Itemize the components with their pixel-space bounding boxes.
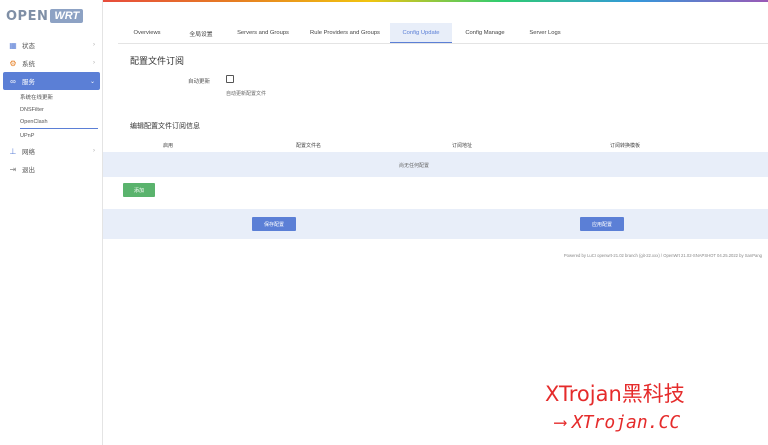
tab-overviews[interactable]: Overviews [118, 23, 176, 43]
watermark-url: ⟶ XTrojan.CC [555, 412, 680, 433]
logo-wrt-text: WRT [50, 9, 84, 23]
save-config-button[interactable]: 保存配置 [252, 217, 296, 231]
gear-icon: ⚙ [9, 58, 17, 68]
submenu-item-online-update[interactable]: 系统在线更新 [20, 90, 100, 103]
sidebar-item-network[interactable]: ⊥ 网络 › [3, 142, 100, 160]
chevron-down-icon: ⌄ [89, 78, 95, 85]
sidebar-item-services[interactable]: ∞ 服务 ⌄ [3, 72, 100, 90]
watermark-title: XTrojan黑科技 [545, 382, 685, 406]
sidebar: OPEN WRT ▦ 状态 › ⚙ 系统 › ∞ 服务 ⌄ 系统在线更新 DNS… [0, 0, 103, 445]
network-icon: ⊥ [9, 146, 17, 156]
submenu-item-upnp[interactable]: UPnP [20, 129, 100, 142]
tab-config-manage[interactable]: Config Manage [452, 23, 518, 43]
empty-table-text: 尚无任何配置 [399, 163, 430, 169]
sidebar-item-logout[interactable]: ⇥ 退出 [3, 160, 100, 178]
footer-text: Powered by LuCI openwrt-21.02 branch (gi… [563, 253, 762, 258]
chevron-right-icon: › [93, 148, 95, 154]
tab-divider [118, 43, 768, 44]
auto-update-label: 自动更新 [188, 79, 211, 85]
submenu-item-dnsfilter[interactable]: DNSFilter [20, 103, 100, 116]
add-button[interactable]: 添加 [123, 183, 155, 197]
sidebar-nav: ▦ 状态 › ⚙ 系统 › ∞ 服务 ⌄ 系统在线更新 DNSFilter Op… [3, 36, 100, 178]
apply-config-button[interactable]: 应用配置 [580, 217, 624, 231]
tab-global-settings[interactable]: 全局设置 [176, 23, 226, 43]
sidebar-item-label: 网络 [22, 149, 35, 156]
auto-update-checkbox[interactable] [226, 75, 234, 83]
sidebar-item-system[interactable]: ⚙ 系统 › [3, 54, 100, 72]
sidebar-item-label: 服务 [22, 79, 35, 86]
logo-open-text: OPEN [6, 8, 49, 24]
table-empty-row: 尚无任何配置 [103, 152, 768, 177]
services-submenu: 系统在线更新 DNSFilter OpenClash UPnP [3, 90, 100, 142]
column-header-template: 订阅转换模板 [610, 143, 641, 149]
openwrt-logo[interactable]: OPEN WRT [6, 8, 84, 24]
sidebar-item-label: 系统 [22, 61, 35, 68]
auto-update-description: 自动更新配置文件 [226, 91, 267, 97]
logout-icon: ⇥ [9, 164, 17, 174]
sidebar-item-label: 状态 [22, 43, 35, 50]
sidebar-item-status[interactable]: ▦ 状态 › [3, 36, 100, 54]
watermark-url-text: XTrojan.CC [571, 412, 681, 433]
action-bar: 保存配置 应用配置 [103, 209, 768, 239]
submenu-item-openclash[interactable]: OpenClash [20, 116, 98, 129]
tab-config-update[interactable]: Config Update [390, 23, 452, 43]
table-header: 启用 配置文件名 订阅地址 订阅转换模板 [103, 139, 768, 152]
chevron-right-icon: › [93, 60, 95, 66]
column-header-enabled: 启用 [163, 143, 174, 149]
sidebar-item-label: 退出 [22, 167, 35, 174]
chevron-right-icon: › [93, 42, 95, 48]
column-header-subscription-url: 订阅地址 [452, 143, 473, 149]
tab-server-logs[interactable]: Server Logs [518, 23, 572, 43]
column-header-config-name: 配置文件名 [296, 143, 322, 149]
arrow-right-icon: ⟶ [555, 412, 566, 433]
tab-servers-and-groups[interactable]: Servers and Groups [226, 23, 300, 43]
section-title: 编辑配置文件订阅信息 [130, 123, 200, 130]
tab-rule-providers[interactable]: Rule Providers and Groups [300, 23, 390, 43]
top-color-strip [103, 0, 768, 2]
page-title: 配置文件订阅 [130, 56, 185, 66]
dashboard-icon: ▦ [9, 40, 17, 50]
link-icon: ∞ [10, 76, 16, 86]
tab-bar: Overviews 全局设置 Servers and Groups Rule P… [118, 23, 572, 43]
